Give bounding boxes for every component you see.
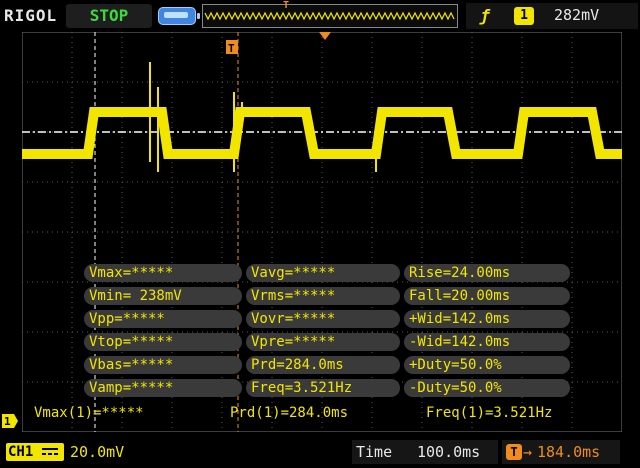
memory-waveform-preview [204,11,455,21]
trigger-position-marker: T [283,0,290,11]
measurement-cell: +Duty=50.0% [404,356,570,374]
offset-arrow-icon: → [523,443,533,461]
measurement-cell: Vavg=***** [246,264,400,282]
measurement-cell: +Wid=142.0ms [404,310,570,328]
timebase-label: Time [356,443,393,461]
svg-text:1: 1 [4,415,11,428]
frequency-readout: Freq(1)=3.521Hz [426,405,553,421]
channel1-label: CH1 [8,444,34,460]
trigger-settings-panel[interactable] [466,3,638,29]
measurement-cell: Vovr=***** [246,310,400,328]
channel1-ground-marker[interactable]: 1 [0,412,20,432]
measurement-cell: Vmin= 238mV [84,287,242,305]
dc-coupling-icon [42,448,58,455]
timebase-value: 100.0ms [417,443,481,461]
measurement-cell: Vmax=***** [84,264,242,282]
measurement-cell: Prd=284.0ms [246,356,400,374]
measurement-cell: Vpp=***** [84,310,242,328]
measurement-cell: -Wid=142.0ms [404,333,570,351]
measurement-cell: -Duty=50.0% [404,379,570,397]
memory-position-strip [202,4,458,28]
brand-logo: RIGOL [4,6,58,25]
rising-edge-icon: ƒ [480,6,490,25]
vmax-readout: Vmax(1)=***** [34,405,144,421]
period-readout: Prd(1)=284.0ms [230,405,349,421]
measurement-cell: Rise=24.00ms [404,264,570,282]
measurement-cell: Freq=3.521Hz [246,379,400,397]
top-status-bar: RIGOL STOP T ƒ 1 282mV [0,0,640,32]
measurement-cell: Fall=20.00ms [404,287,570,305]
measurement-cell: Vtop=***** [84,333,242,351]
measurement-table: Vmax=***** Vavg=***** Rise=24.00ms Vmin= 23… [84,264,574,402]
trigger-source-badge: 1 [514,7,534,25]
measurement-cell: Vbas=***** [84,356,242,374]
vertical-scale-value: 20.0mV [70,443,125,461]
trigger-offset-icon: T [506,444,522,460]
measurement-cell: Vrms=***** [246,287,400,305]
memory-depth-icon [158,7,200,25]
measurement-cell: Vamp=***** [84,379,242,397]
trigger-offset-value: 184.0ms [537,443,601,461]
trigger-marker-label: T [228,42,235,55]
trigger-level-value: 282mV [554,6,600,24]
run-stop-status[interactable]: STOP [66,4,152,28]
measurement-cell: Vpre=***** [246,333,400,351]
